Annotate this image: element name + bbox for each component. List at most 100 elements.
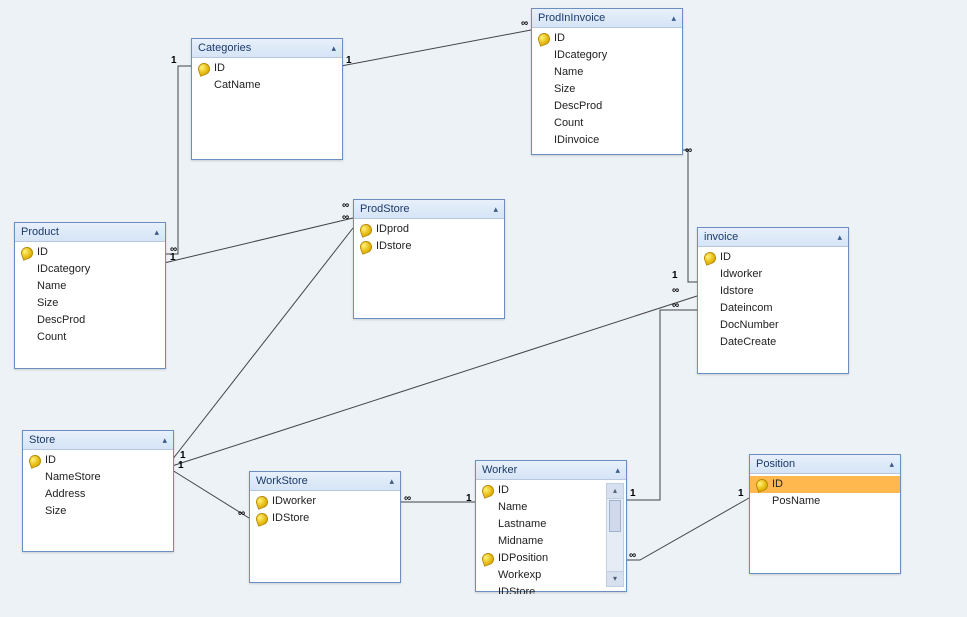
entity-titlebar[interactable]: Worker▴: [476, 461, 626, 480]
field-name: Size: [45, 504, 66, 519]
field-row[interactable]: IDinvoice: [532, 132, 682, 149]
field-row[interactable]: DocNumber: [698, 317, 848, 334]
field-row[interactable]: IDcategory: [532, 47, 682, 64]
entity-prodstore[interactable]: ProdStore▴ IDprodIDstore: [353, 199, 505, 319]
field-row[interactable]: Name: [532, 64, 682, 81]
chevron-up-icon[interactable]: ▴: [162, 435, 167, 446]
field-row[interactable]: DateCreate: [698, 334, 848, 351]
field-row[interactable]: Midname: [476, 533, 608, 550]
entity-title: ProdInInvoice: [538, 12, 605, 24]
entity-titlebar[interactable]: WorkStore▴: [250, 472, 400, 491]
field-name: Midname: [498, 534, 543, 549]
field-row[interactable]: Size: [15, 295, 165, 312]
scroll-thumb[interactable]: [609, 500, 621, 532]
chevron-up-icon[interactable]: ▴: [671, 13, 676, 24]
entity-titlebar[interactable]: invoice ▴: [698, 228, 848, 247]
entity-prodininvoice[interactable]: ProdInInvoice ▴ IDIDcategoryNameSize DescPr…: [531, 8, 683, 155]
field-row[interactable]: Idstore: [698, 283, 848, 300]
entity-body: IDIDcategoryNameSizeDescProd Count: [15, 242, 165, 352]
field-name: Size: [554, 82, 575, 97]
field-row[interactable]: ID: [23, 452, 173, 469]
field-name: ID: [45, 453, 56, 468]
entity-worker[interactable]: Worker▴ ID NameLastnameMidnameIDPositionWo…: [475, 460, 627, 592]
field-row[interactable]: Workexp: [476, 567, 608, 584]
entity-position[interactable]: Position▴ IDPosName: [749, 454, 901, 574]
field-row[interactable]: CatName: [192, 77, 342, 94]
field-row[interactable]: IDStore: [476, 584, 608, 594]
field-row[interactable]: ID: [192, 60, 342, 77]
entity-categories[interactable]: Categories ▴ IDCatName: [191, 38, 343, 160]
field-row[interactable]: IDStore: [250, 510, 400, 527]
scroll-down-icon[interactable]: ▾: [607, 571, 623, 586]
cardinality-label: 1: [178, 460, 184, 471]
entity-body: IDNameStoreAddress Size: [23, 450, 173, 526]
cardinality-label: ∞: [342, 200, 349, 211]
field-name: IDinvoice: [554, 133, 599, 148]
entity-store[interactable]: Store▴ IDNameStoreAddress Size: [22, 430, 174, 552]
cardinality-label: ∞: [685, 145, 692, 156]
field-row[interactable]: Size: [23, 503, 173, 520]
field-name: IDprod: [376, 222, 409, 237]
field-row[interactable]: Dateincom: [698, 300, 848, 317]
field-row[interactable]: DescProd: [532, 98, 682, 115]
entity-body: IDCatName: [192, 58, 342, 100]
field-row[interactable]: ID: [15, 244, 165, 261]
field-row[interactable]: Address: [23, 486, 173, 503]
entity-title: Categories: [198, 42, 251, 54]
chevron-up-icon[interactable]: ▴: [615, 465, 620, 476]
field-row[interactable]: DescProd: [15, 312, 165, 329]
chevron-up-icon[interactable]: ▴: [389, 476, 394, 487]
cardinality-label: 1: [630, 488, 636, 499]
entity-titlebar[interactable]: ProdInInvoice ▴: [532, 9, 682, 28]
scrollbar[interactable]: ▴▾: [606, 483, 624, 587]
chevron-up-icon[interactable]: ▴: [154, 227, 159, 238]
chevron-up-icon[interactable]: ▴: [837, 232, 842, 243]
chevron-up-icon[interactable]: ▴: [889, 459, 894, 470]
entity-titlebar[interactable]: Store▴: [23, 431, 173, 450]
cardinality-label: ∞: [521, 18, 528, 29]
entity-title: invoice: [704, 231, 738, 243]
field-row[interactable]: ID: [476, 482, 608, 499]
field-row[interactable]: ID: [532, 30, 682, 47]
chevron-up-icon[interactable]: ▴: [331, 43, 336, 54]
entity-workstore[interactable]: WorkStore▴IDworkerIDStore: [249, 471, 401, 583]
cardinality-label: ∞: [238, 508, 245, 519]
field-row[interactable]: NameStore: [23, 469, 173, 486]
field-row[interactable]: IDprod: [354, 221, 504, 238]
field-name: Address: [45, 487, 85, 502]
field-name: Name: [498, 500, 527, 515]
field-row[interactable]: Count: [15, 329, 165, 346]
scroll-up-icon[interactable]: ▴: [607, 484, 623, 499]
chevron-up-icon[interactable]: ▴: [493, 204, 498, 215]
field-row[interactable]: Name: [476, 499, 608, 516]
field-row[interactable]: IDcategory: [15, 261, 165, 278]
field-row[interactable]: Idworker: [698, 266, 848, 283]
entity-product[interactable]: Product▴ IDIDcategoryNameSizeDescProd Coun…: [14, 222, 166, 369]
field-name: ID: [498, 483, 509, 498]
field-row[interactable]: Size: [532, 81, 682, 98]
field-row[interactable]: PosName: [750, 493, 900, 510]
field-name: Count: [37, 330, 66, 345]
field-row[interactable]: IDPosition: [476, 550, 608, 567]
field-name: DescProd: [37, 313, 85, 328]
field-row[interactable]: IDworker: [250, 493, 400, 510]
entity-body: ID NameLastnameMidnameIDPositionWorkexpID…: [476, 480, 608, 594]
entity-titlebar[interactable]: Product▴: [15, 223, 165, 242]
field-name: DocNumber: [720, 318, 779, 333]
cardinality-label: 1: [346, 55, 352, 66]
cardinality-label: ∞: [342, 212, 349, 223]
cardinality-label: 1: [738, 488, 744, 499]
entity-body: IDworkerIDStore: [250, 491, 400, 533]
entity-titlebar[interactable]: ProdStore▴: [354, 200, 504, 219]
field-row[interactable]: Name: [15, 278, 165, 295]
entity-titlebar[interactable]: Categories ▴: [192, 39, 342, 58]
field-row[interactable]: ID: [750, 476, 900, 493]
field-name: Name: [37, 279, 66, 294]
field-row[interactable]: ID: [698, 249, 848, 266]
entity-invoice[interactable]: invoice ▴ IDIdworkerIdstoreDateincomDocNum…: [697, 227, 849, 374]
field-row[interactable]: Lastname: [476, 516, 608, 533]
entity-titlebar[interactable]: Position▴: [750, 455, 900, 474]
field-name: DescProd: [554, 99, 602, 114]
field-row[interactable]: Count: [532, 115, 682, 132]
field-row[interactable]: IDstore: [354, 238, 504, 255]
